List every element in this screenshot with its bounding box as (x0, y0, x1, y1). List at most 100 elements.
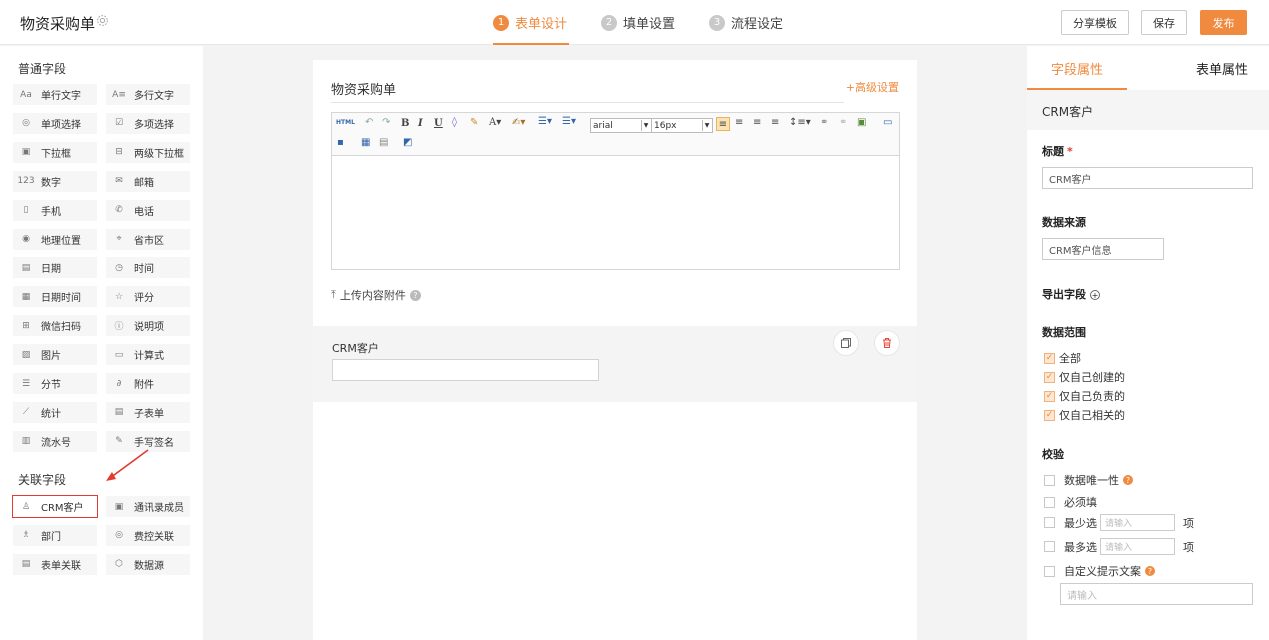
field-item[interactable]: ∂ 附件 (106, 373, 190, 394)
preview-icon[interactable]: ▭ (883, 117, 892, 128)
crm-customer-field-block[interactable]: CRM客户 (313, 326, 917, 402)
help-icon[interactable]: ? (1123, 475, 1133, 485)
unlink-icon[interactable]: ⚭ (839, 117, 847, 128)
field-item[interactable]: ▤ 日期 (13, 257, 97, 279)
underline-icon[interactable]: U (434, 118, 443, 129)
field-item[interactable]: ☰ 分节 (13, 373, 97, 394)
field-item[interactable]: ☆ 评分 (106, 286, 190, 308)
field-item[interactable]: ◷ 时间 (106, 257, 190, 279)
check-icon[interactable]: ✓ (1044, 352, 1055, 364)
save-draft-icon[interactable]: ▪ (337, 137, 344, 148)
field-item[interactable]: ✉ 邮箱 (106, 170, 190, 192)
insert-image-icon[interactable]: ▣ (857, 117, 866, 128)
min-select-checkbox[interactable] (1044, 517, 1055, 528)
eraser-icon[interactable]: ◊ (452, 117, 457, 128)
export-fields-label[interactable]: 导出字段 + (1042, 286, 1100, 302)
bold-icon[interactable]: B (401, 118, 409, 129)
field-item[interactable]: ☑ 多项选择 (106, 112, 190, 134)
crm-field-input[interactable] (332, 359, 599, 381)
field-item[interactable]: 123 数字 (13, 170, 97, 192)
field-item[interactable]: ▯ 手机 (13, 199, 97, 221)
field-item[interactable]: A≡ 多行文字 (106, 84, 190, 105)
max-select-input[interactable]: 请输入 (1100, 538, 1175, 555)
help-icon[interactable]: ? (409, 289, 421, 301)
field-item[interactable]: ⟋ 统计 (13, 401, 97, 423)
datetime-icon: ▦ (21, 291, 31, 302)
font-color-icon[interactable]: A▾ (489, 117, 501, 128)
tab-form-properties[interactable]: 表单属性 (1177, 46, 1267, 90)
gear-icon[interactable] (96, 14, 110, 28)
field-item[interactable]: ▣ 下拉框 (13, 141, 97, 163)
table-icon[interactable]: ▦ (361, 137, 370, 148)
italic-icon[interactable]: I (418, 118, 423, 129)
advanced-settings-link[interactable]: +高级设置 (846, 79, 899, 95)
title-input[interactable]: CRM客户 (1042, 167, 1253, 189)
link-icon[interactable]: ⚭ (820, 117, 828, 128)
field-item[interactable]: ▤ 子表单 (106, 401, 190, 423)
line-height-icon[interactable]: ↕≡▾ (789, 117, 811, 128)
unique-checkbox[interactable] (1044, 474, 1055, 486)
field-item[interactable]: ◎ 费控关联 (106, 524, 190, 546)
help-icon[interactable]: ? (1145, 566, 1155, 576)
step-form-design[interactable]: 1 表单设计 (493, 0, 570, 45)
save-button[interactable]: 保存 (1141, 10, 1187, 35)
copy-field-button[interactable] (833, 330, 859, 356)
map-icon[interactable]: ◩ (403, 137, 412, 148)
field-item[interactable]: ▥ 流水号 (13, 430, 97, 452)
add-circle-icon[interactable]: + (1090, 290, 1100, 300)
align-left-icon[interactable]: ≡ (716, 117, 730, 131)
field-item[interactable]: ▭ 计算式 (106, 344, 190, 366)
align-right-icon[interactable]: ≡ (753, 117, 761, 128)
format-brush-icon[interactable]: ✎ (470, 117, 478, 128)
html-source-icon[interactable]: HTML (336, 119, 355, 126)
media-icon[interactable]: ▤ (379, 137, 388, 148)
field-item[interactable]: ⌖ 省市区 (106, 228, 190, 250)
field-item[interactable]: ⓘ 说明项 (106, 315, 190, 337)
redo-icon[interactable]: ↷ (382, 117, 390, 128)
scope-option[interactable]: ✓ 全部 (1044, 350, 1081, 366)
form-title[interactable]: 物资采购单 (331, 79, 396, 98)
field-item[interactable]: ▦ 日期时间 (13, 286, 97, 308)
upload-attachment-button[interactable]: ⤒ 上传内容附件 ? (331, 287, 421, 303)
field-item[interactable]: ▤ 表单关联 (13, 553, 97, 575)
ordered-list-icon[interactable]: ☰▾ (538, 116, 552, 127)
check-icon[interactable]: ✓ (1044, 409, 1055, 421)
scope-option[interactable]: ✓ 仅自己创建的 (1044, 369, 1125, 385)
field-item[interactable]: ◎ 单项选择 (13, 112, 97, 134)
step-fill-settings[interactable]: 2 填单设置 (601, 0, 675, 45)
font-size-select[interactable]: 16px ▼ (651, 118, 713, 133)
align-center-icon[interactable]: ≡ (735, 117, 743, 128)
field-item[interactable]: ♗ 部门 (13, 524, 97, 546)
share-template-button[interactable]: 分享模板 (1061, 10, 1129, 35)
field-item[interactable]: ⬡ 数据源 (106, 553, 190, 575)
required-checkbox[interactable] (1044, 496, 1055, 508)
field-item[interactable]: ⊞ 微信扫码 (13, 315, 97, 337)
field-item[interactable]: ◉ 地理位置 (13, 228, 97, 250)
publish-button[interactable]: 发布 (1200, 10, 1247, 35)
custom-tip-checkbox[interactable] (1044, 565, 1055, 577)
min-select-input[interactable]: 请输入 (1100, 514, 1175, 531)
field-item[interactable]: ✎ 手写签名 (106, 430, 190, 452)
unordered-list-icon[interactable]: ☰▾ (562, 116, 576, 127)
field-item[interactable]: ▨ 图片 (13, 344, 97, 366)
field-item[interactable]: Aa 单行文字 (13, 84, 97, 105)
rich-text-editor[interactable]: HTML ↶ ↷ B I U ◊ ✎ A▾ ✍▾ ☰▾ ☰▾ arial ▼ 1… (331, 112, 900, 270)
check-icon[interactable]: ✓ (1044, 371, 1055, 383)
max-select-checkbox[interactable] (1044, 541, 1055, 552)
custom-tip-input[interactable]: 请输入 (1060, 583, 1253, 605)
field-item[interactable]: ♙ CRM客户 (12, 495, 98, 518)
delete-field-button[interactable] (874, 330, 900, 356)
step-workflow[interactable]: 3 流程设定 (709, 0, 783, 45)
field-item[interactable]: ✆ 电话 (106, 199, 190, 221)
align-justify-icon[interactable]: ≡ (771, 117, 779, 128)
field-item[interactable]: ▣ 通讯录成员 (106, 496, 190, 517)
check-icon[interactable]: ✓ (1044, 390, 1055, 402)
scope-option[interactable]: ✓ 仅自己相关的 (1044, 407, 1125, 423)
font-family-select[interactable]: arial ▼ (590, 118, 652, 133)
data-source-select[interactable]: CRM客户信息 (1042, 238, 1164, 260)
field-item[interactable]: ⊟ 两级下拉框 (106, 141, 190, 163)
tab-field-properties[interactable]: 字段属性 (1027, 46, 1127, 90)
highlight-color-icon[interactable]: ✍▾ (512, 117, 525, 128)
undo-icon[interactable]: ↶ (365, 117, 373, 128)
scope-option[interactable]: ✓ 仅自己负责的 (1044, 388, 1125, 404)
